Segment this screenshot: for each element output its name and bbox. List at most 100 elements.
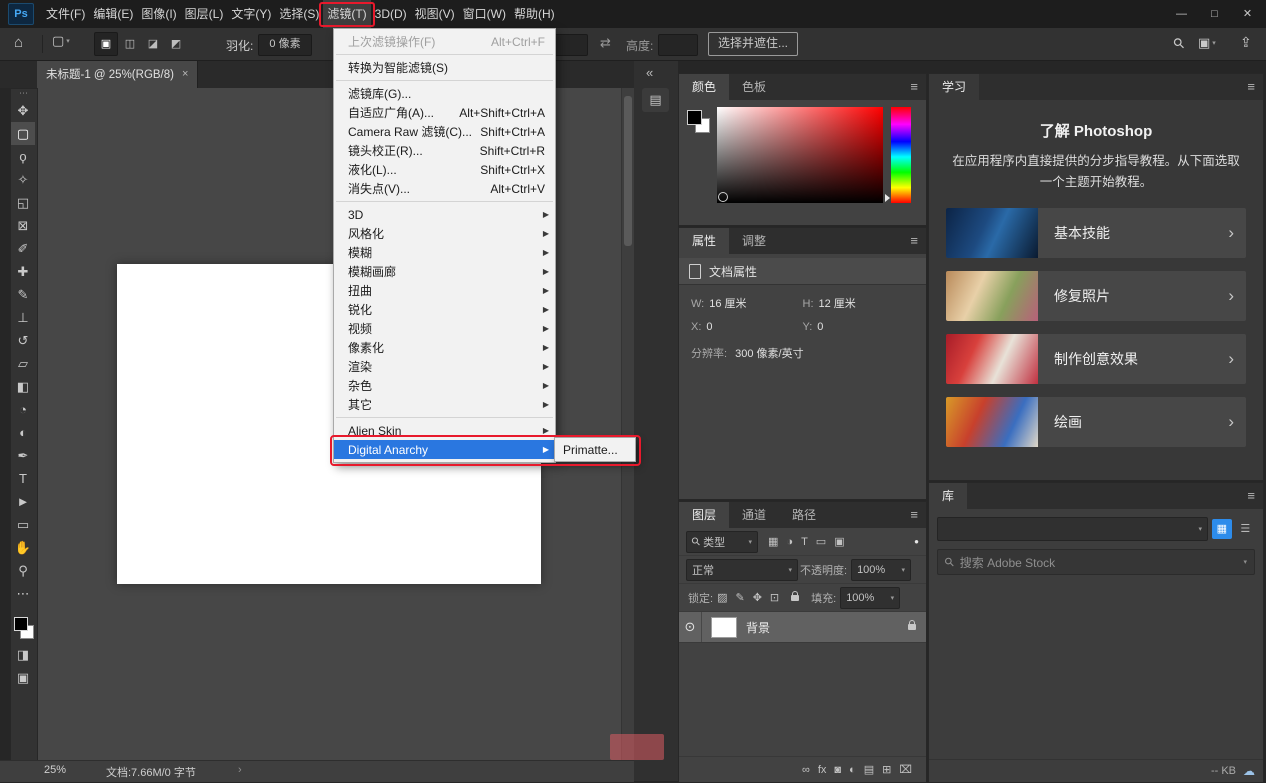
sync-cloud-icon[interactable]: ☁ (1243, 764, 1255, 778)
layers-panel-tab-2[interactable]: 通道 (729, 502, 779, 528)
lock-icon-2[interactable]: ✎ (735, 591, 744, 604)
panel-menu-icon[interactable]: ≡ (910, 508, 918, 522)
menubar-item-11[interactable]: 帮助(H) (510, 0, 559, 28)
color-panel-tab-1[interactable]: 颜色 (679, 74, 729, 100)
filter-menu-item-12[interactable]: 3D▶ (334, 205, 555, 224)
layer-kind-filter-icon-5[interactable]: ▣ (834, 535, 844, 548)
selection-mode-icon-1[interactable]: ▣ (94, 32, 118, 56)
swap-width-height-icon[interactable]: ⇄ (600, 35, 611, 51)
layer-thumbnail[interactable] (711, 617, 737, 638)
crop-tool[interactable]: ◱ (11, 191, 35, 214)
learn-card-2[interactable]: 修复照片› (946, 271, 1246, 321)
delete-layer-icon[interactable]: ⌧ (899, 763, 912, 776)
layer-filter-type-select[interactable]: ⚲ 类型 ▾ (686, 531, 758, 553)
scrollbar-thumb[interactable] (624, 96, 632, 246)
learn-card-1[interactable]: 基本技能› (946, 208, 1246, 258)
height-input[interactable] (658, 34, 698, 56)
lock-all-icon[interactable] (791, 595, 799, 601)
learn-panel-tab-1[interactable]: 学习 (929, 74, 979, 100)
feather-input[interactable]: 0 像素 (258, 34, 312, 56)
eyedropper-tool[interactable]: ✐ (11, 237, 35, 260)
status-chevron-icon[interactable]: › (238, 764, 242, 776)
foreground-background-swatches[interactable] (687, 110, 713, 136)
filter-menu-item-6[interactable]: 自适应广角(A)...Alt+Shift+Ctrl+A (334, 103, 555, 122)
learn-card-4[interactable]: 绘画› (946, 397, 1246, 447)
hand-tool[interactable]: ✋ (11, 536, 35, 559)
workspace-switcher-icon[interactable]: ▣▾ (1198, 35, 1216, 51)
lock-icon-1[interactable]: ▨ (717, 591, 727, 604)
link-layers-icon[interactable]: ∞ (802, 764, 810, 776)
menubar-item-2[interactable]: 编辑(E) (89, 0, 137, 28)
grid-view-icon[interactable]: ▦ (1212, 519, 1231, 539)
layer-effects-icon[interactable]: fx (818, 764, 827, 776)
close-button[interactable]: ✕ (1231, 0, 1264, 28)
vertical-scrollbar[interactable] (621, 88, 634, 760)
foreground-color-swatch[interactable] (14, 617, 28, 631)
share-icon[interactable]: ⇪ (1240, 34, 1252, 51)
layers-panel-tab-3[interactable]: 路径 (779, 502, 829, 528)
learn-card-3[interactable]: 制作创意效果› (946, 334, 1246, 384)
collapse-panels-icon[interactable]: « (646, 65, 653, 80)
layers-panel-tab-1[interactable]: 图层 (679, 502, 729, 528)
layer-kind-filter-icon-2[interactable]: ◑ (786, 536, 793, 548)
eraser-tool[interactable]: ▱ (11, 352, 35, 375)
maximize-button[interactable]: □ (1198, 0, 1231, 28)
toolbar-grip[interactable]: ⋯ (11, 89, 37, 99)
filter-menu-item-5[interactable]: 滤镜库(G)... (334, 84, 555, 103)
filter-menu-item-15[interactable]: 模糊画廊▶ (334, 262, 555, 281)
current-tool-icon[interactable]: ▢▾ (52, 33, 70, 49)
filter-menu-item-25[interactable]: Digital Anarchy▶ (334, 440, 555, 459)
filter-menu-item-3[interactable]: 转换为智能滤镜(S) (334, 58, 555, 77)
move-tool[interactable]: ✥ (11, 99, 35, 122)
blur-tool[interactable]: ◔ (11, 398, 35, 421)
menubar-item-3[interactable]: 图像(I) (137, 0, 180, 28)
hue-slider-marker[interactable] (885, 194, 890, 202)
submenu-item-primatte[interactable]: Primatte... (555, 440, 635, 459)
width-input[interactable] (552, 34, 588, 56)
spot-healing-brush-tool[interactable]: ✚ (11, 260, 35, 283)
properties-panel-tab-1[interactable]: 属性 (679, 228, 729, 254)
list-view-icon[interactable]: ☰ (1236, 519, 1255, 539)
frame-tool[interactable]: ⊠ (11, 214, 35, 237)
edit-toolbar-button[interactable]: ⋯ (11, 582, 35, 605)
path-selection-tool[interactable]: ► (11, 490, 35, 513)
properties-panel-tab-2[interactable]: 调整 (729, 228, 779, 254)
libraries-panel-tab-1[interactable]: 库 (929, 483, 967, 509)
panel-menu-icon[interactable]: ≡ (910, 80, 918, 94)
search-icon[interactable]: ⚲ (1169, 34, 1188, 53)
panel-menu-icon[interactable]: ≡ (1247, 80, 1255, 94)
filter-menu-item-13[interactable]: 风格化▶ (334, 224, 555, 243)
lock-icon-3[interactable]: ✥ (753, 591, 762, 604)
quick-selection-tool[interactable]: ✧ (11, 168, 35, 191)
filter-menu-item-20[interactable]: 渲染▶ (334, 357, 555, 376)
collapsed-panel-icon[interactable]: ▤ (642, 88, 669, 112)
menubar-item-7[interactable]: 滤镜(T) (323, 0, 370, 28)
selection-mode-icon-3[interactable]: ◪ (142, 33, 164, 55)
library-select[interactable]: ▾ (937, 517, 1208, 541)
layer-mask-icon[interactable]: ◙ (834, 764, 841, 776)
blend-mode-select[interactable]: 正常 ▾ (686, 559, 798, 581)
filter-menu-item-21[interactable]: 杂色▶ (334, 376, 555, 395)
layer-kind-filter-icon-4[interactable]: ▭ (816, 535, 826, 548)
layer-group-icon[interactable]: ▤ (864, 763, 874, 776)
clone-stamp-tool[interactable]: ⊥ (11, 306, 35, 329)
menubar-item-1[interactable]: 文件(F) (42, 0, 89, 28)
dodge-tool[interactable]: ◐ (11, 421, 35, 444)
quick-mask-button[interactable]: ◨ (11, 643, 35, 666)
lock-icon-4[interactable]: ⊡ (770, 591, 779, 604)
filter-menu-item-8[interactable]: 镜头校正(R)...Shift+Ctrl+R (334, 141, 555, 160)
filter-menu-item-1[interactable]: 上次滤镜操作(F)Alt+Ctrl+F (334, 32, 555, 51)
color-panel-tab-2[interactable]: 色板 (729, 74, 779, 100)
filter-menu-item-16[interactable]: 扭曲▶ (334, 281, 555, 300)
menubar-item-8[interactable]: 3D(D) (371, 0, 411, 28)
filter-menu-item-22[interactable]: 其它▶ (334, 395, 555, 414)
layer-kind-filter-icon-1[interactable]: ▦ (768, 535, 778, 548)
layer-kind-filter-icon-3[interactable]: T (801, 536, 808, 548)
menubar-item-6[interactable]: 选择(S) (275, 0, 323, 28)
filter-menu-item-24[interactable]: Alien Skin▶ (334, 421, 555, 440)
zoom-tool[interactable]: ⚲ (11, 559, 35, 582)
menubar-item-9[interactable]: 视图(V) (411, 0, 459, 28)
brush-tool[interactable]: ✎ (11, 283, 35, 306)
layer-row-background[interactable]: ⊙ 背景 (679, 612, 926, 643)
rectangle-tool[interactable]: ▭ (11, 513, 35, 536)
